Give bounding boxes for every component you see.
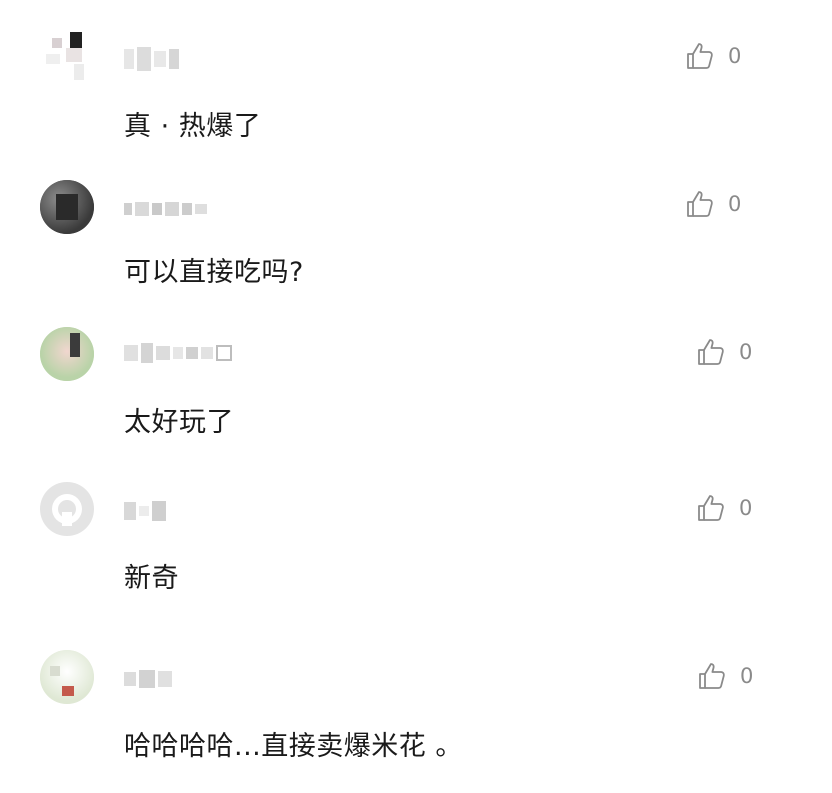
comment-text: 太好玩了 xyxy=(124,407,234,438)
username[interactable] xyxy=(124,46,182,72)
like-count: 0 xyxy=(728,192,742,216)
comment-item: 0 真 · 热爆了 xyxy=(0,0,832,160)
avatar[interactable] xyxy=(40,482,94,536)
comment-item: 0 可以直接吃吗? xyxy=(0,160,832,310)
avatar[interactable] xyxy=(40,30,94,84)
username[interactable] xyxy=(124,666,175,692)
avatar[interactable] xyxy=(40,180,94,234)
comment-text: 可以直接吃吗? xyxy=(124,257,304,288)
comment-text: 哈哈哈哈...直接卖爆米花 。 xyxy=(124,731,463,762)
thumbs-up-icon xyxy=(698,339,724,365)
like-count: 0 xyxy=(740,664,754,688)
like-button[interactable]: 0 xyxy=(684,188,741,220)
thumbs-up-icon xyxy=(698,495,724,521)
like-button[interactable]: 0 xyxy=(695,336,752,368)
like-count: 0 xyxy=(728,44,742,68)
avatar[interactable] xyxy=(40,327,94,381)
comment-item: 0 哈哈哈哈...直接卖爆米花 。 xyxy=(0,620,832,793)
thumbs-up-icon xyxy=(687,43,713,69)
thumbs-up-icon xyxy=(687,191,713,217)
like-button[interactable]: 0 xyxy=(696,660,753,692)
comment-item: 0 新奇 xyxy=(0,460,832,620)
thumbs-up-icon xyxy=(699,663,725,689)
username[interactable] xyxy=(124,498,169,524)
comment-text: 新奇 xyxy=(124,563,179,594)
comment-item: 0 太好玩了 xyxy=(0,310,832,460)
comment-text: 真 · 热爆了 xyxy=(124,111,262,142)
username[interactable] xyxy=(124,196,210,222)
like-button[interactable]: 0 xyxy=(695,492,752,524)
like-count: 0 xyxy=(739,496,753,520)
like-button[interactable]: 0 xyxy=(684,40,741,72)
like-count: 0 xyxy=(739,340,753,364)
username[interactable] xyxy=(124,340,235,366)
avatar[interactable] xyxy=(40,650,94,704)
